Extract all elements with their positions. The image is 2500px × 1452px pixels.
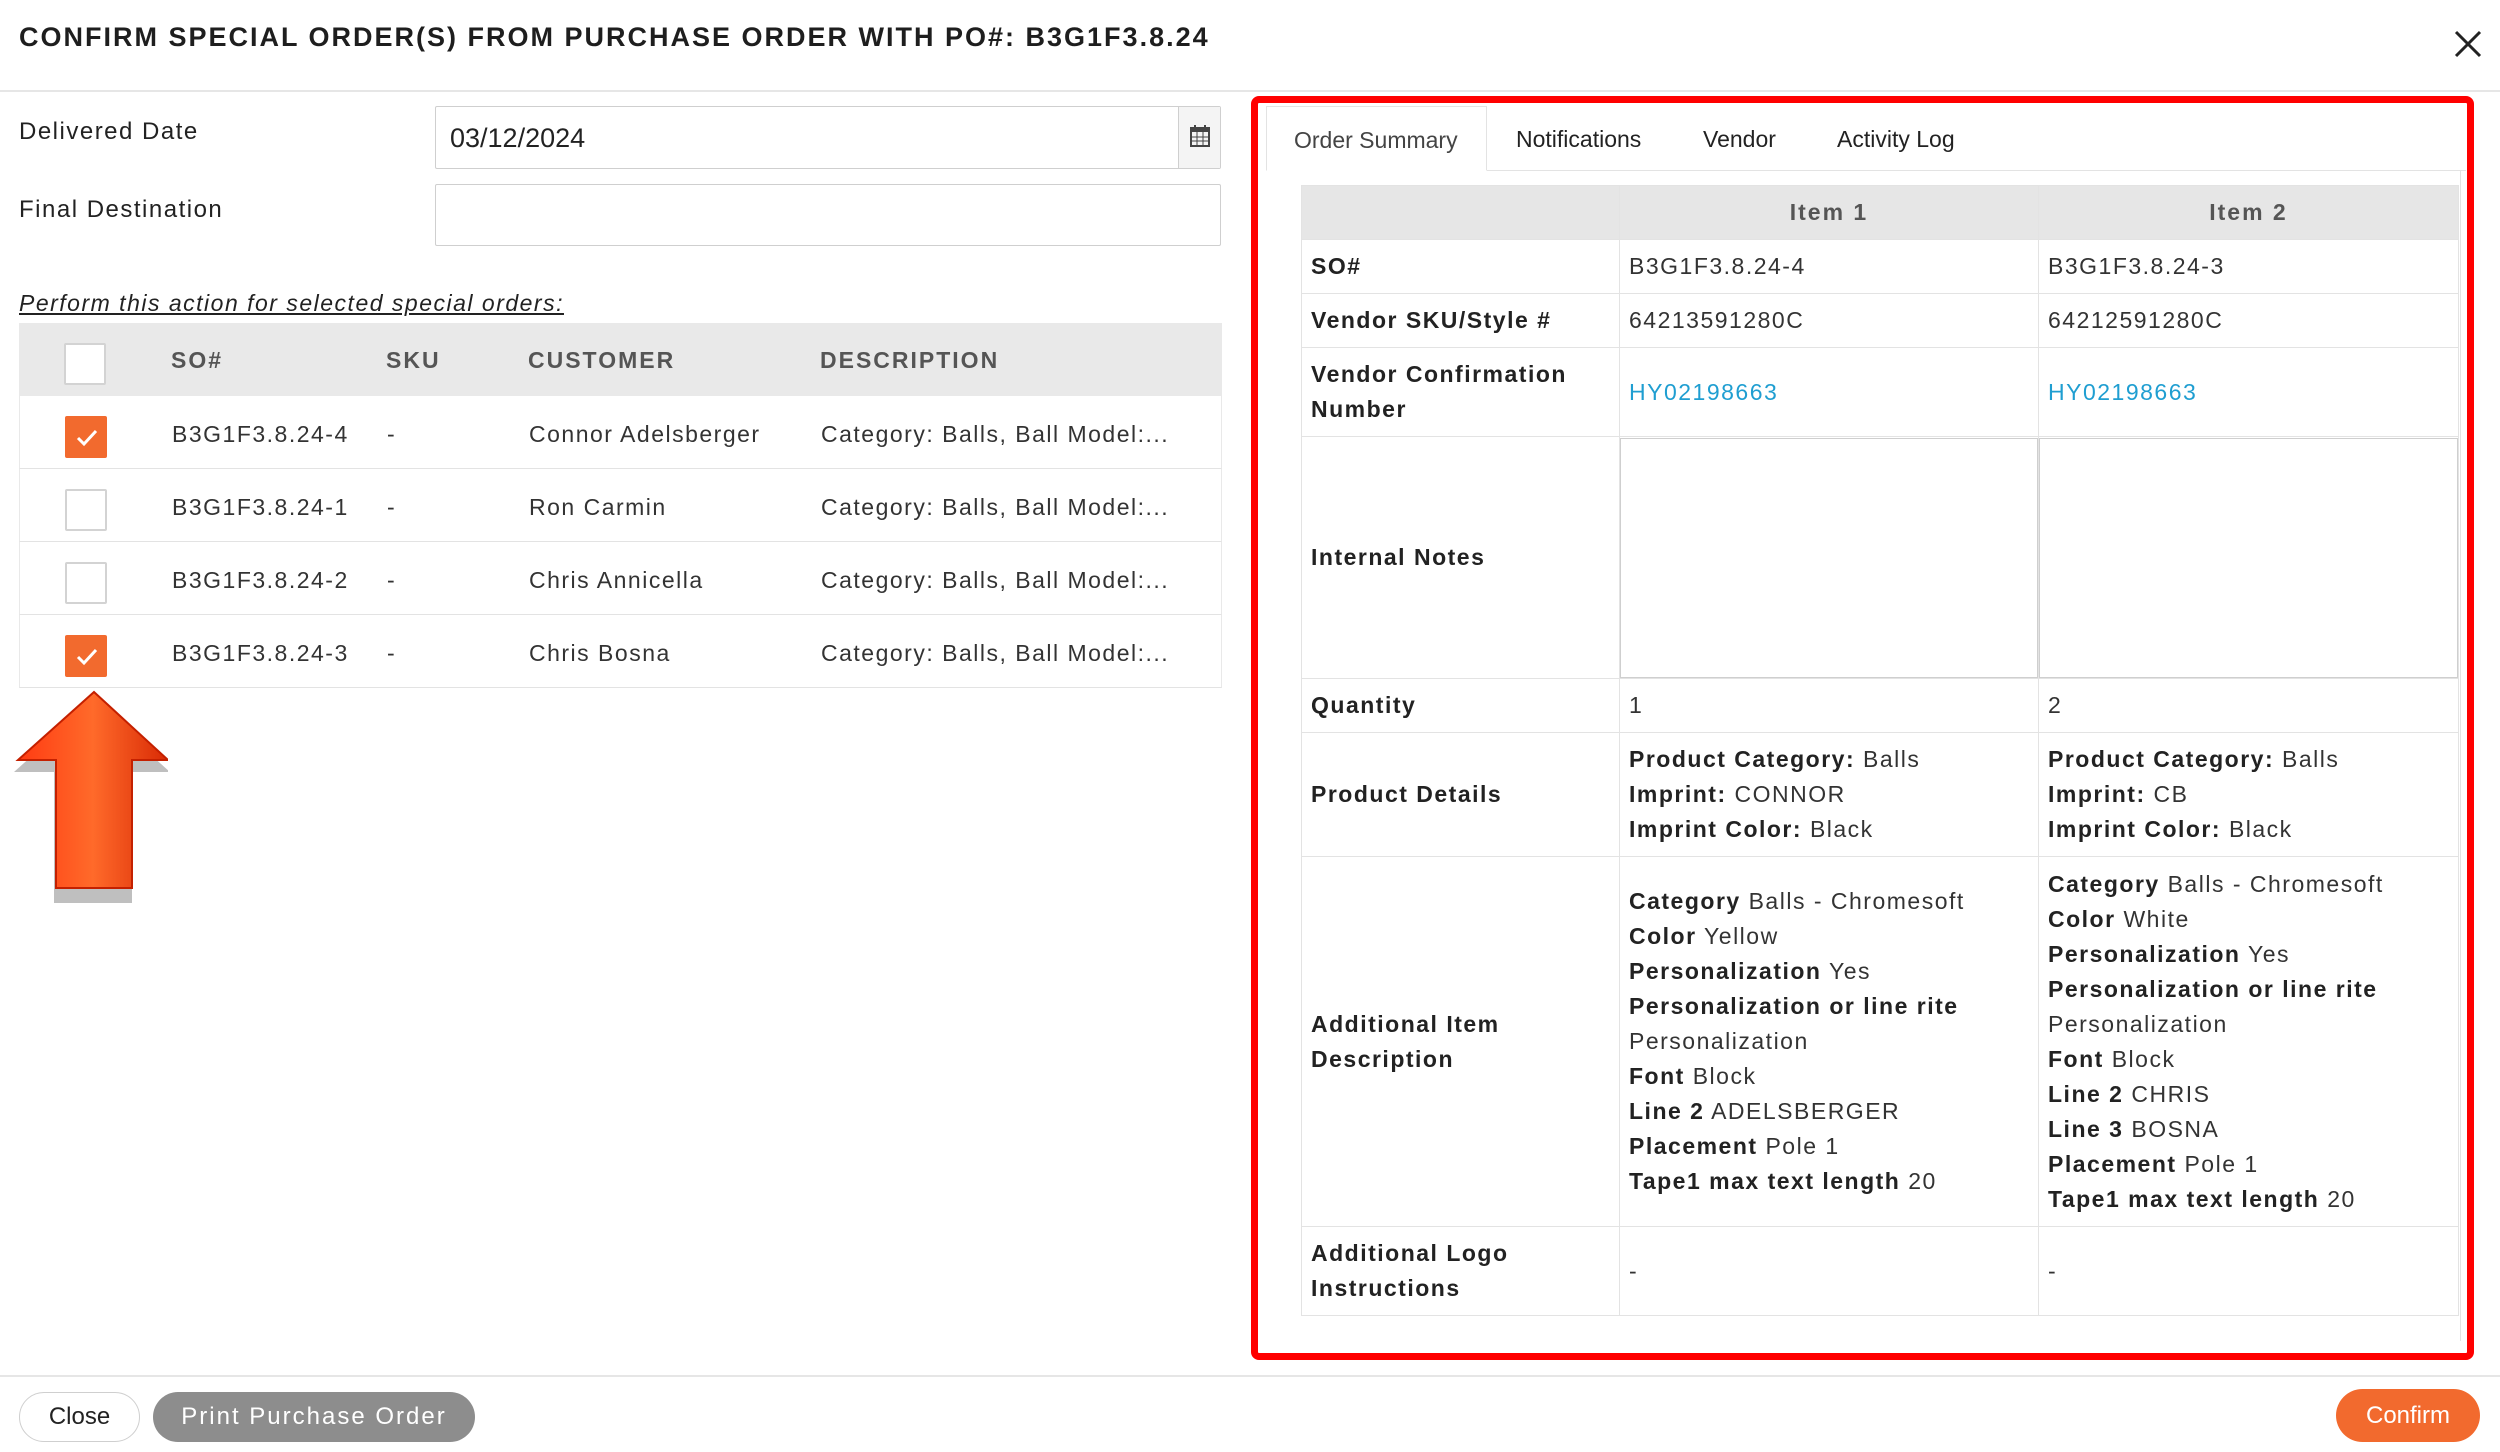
row-description: Category: Balls, Ball Model:... (821, 640, 1170, 666)
row-customer: Chris Bosna (529, 640, 671, 666)
column-header-customer: CUSTOMER (528, 347, 676, 373)
row-sku: - (387, 567, 397, 593)
delivered-date-label: Delivered Date (19, 118, 199, 145)
row-description: Category: Balls, Ball Model:... (821, 421, 1170, 447)
arrow-up-icon (14, 690, 168, 903)
table-row[interactable]: B3G1F3.8.24-4 - Connor Adelsberger Categ… (19, 396, 1222, 469)
table-header: SO# SKU CUSTOMER DESCRIPTION (19, 323, 1222, 396)
row-checkbox[interactable] (65, 562, 107, 604)
table-row[interactable]: B3G1F3.8.24-2 - Chris Annicella Category… (19, 542, 1222, 615)
final-destination-field[interactable] (435, 184, 1221, 246)
delivered-date-field[interactable]: 03/12/2024 (435, 106, 1221, 169)
table-row[interactable]: B3G1F3.8.24-1 - Ron Carmin Category: Bal… (19, 469, 1222, 542)
close-icon[interactable] (2448, 24, 2488, 64)
special-orders-table: SO# SKU CUSTOMER DESCRIPTION B3G1F3.8.24… (19, 323, 1222, 688)
row-checkbox[interactable] (65, 489, 107, 531)
close-button[interactable]: Close (19, 1392, 140, 1442)
table-row[interactable]: B3G1F3.8.24-3 - Chris Bosna Category: Ba… (19, 615, 1222, 688)
row-so: B3G1F3.8.24-2 (172, 567, 349, 593)
modal-title: CONFIRM SPECIAL ORDER(S) FROM PURCHASE O… (19, 22, 1210, 52)
row-checkbox[interactable] (65, 635, 107, 677)
highlight-box (1251, 96, 2474, 1360)
perform-action-text: Perform this action for selected special… (19, 290, 564, 316)
delivered-date-value: 03/12/2024 (450, 123, 586, 153)
row-sku: - (387, 640, 397, 666)
confirm-button[interactable]: Confirm (2336, 1389, 2480, 1442)
row-description: Category: Balls, Ball Model:... (821, 494, 1170, 520)
check-icon (76, 648, 98, 666)
print-purchase-order-button[interactable]: Print Purchase Order (153, 1392, 475, 1442)
row-sku: - (387, 421, 397, 447)
column-header-so: SO# (171, 347, 224, 373)
row-description: Category: Balls, Ball Model:... (821, 567, 1170, 593)
row-customer: Ron Carmin (529, 494, 667, 520)
row-so: B3G1F3.8.24-4 (172, 421, 349, 447)
row-checkbox[interactable] (65, 416, 107, 458)
row-customer: Chris Annicella (529, 567, 704, 593)
calendar-button[interactable] (1178, 107, 1220, 168)
check-icon (76, 429, 98, 447)
row-so: B3G1F3.8.24-1 (172, 494, 349, 520)
select-all-checkbox[interactable] (64, 343, 106, 385)
row-so: B3G1F3.8.24-3 (172, 640, 349, 666)
row-sku: - (387, 494, 397, 520)
column-header-sku: SKU (386, 347, 441, 373)
column-header-description: DESCRIPTION (820, 347, 1000, 373)
modal-header: CONFIRM SPECIAL ORDER(S) FROM PURCHASE O… (0, 0, 2500, 92)
final-destination-label: Final Destination (19, 196, 224, 223)
calendar-icon (1190, 125, 1210, 147)
row-customer: Connor Adelsberger (529, 421, 761, 447)
